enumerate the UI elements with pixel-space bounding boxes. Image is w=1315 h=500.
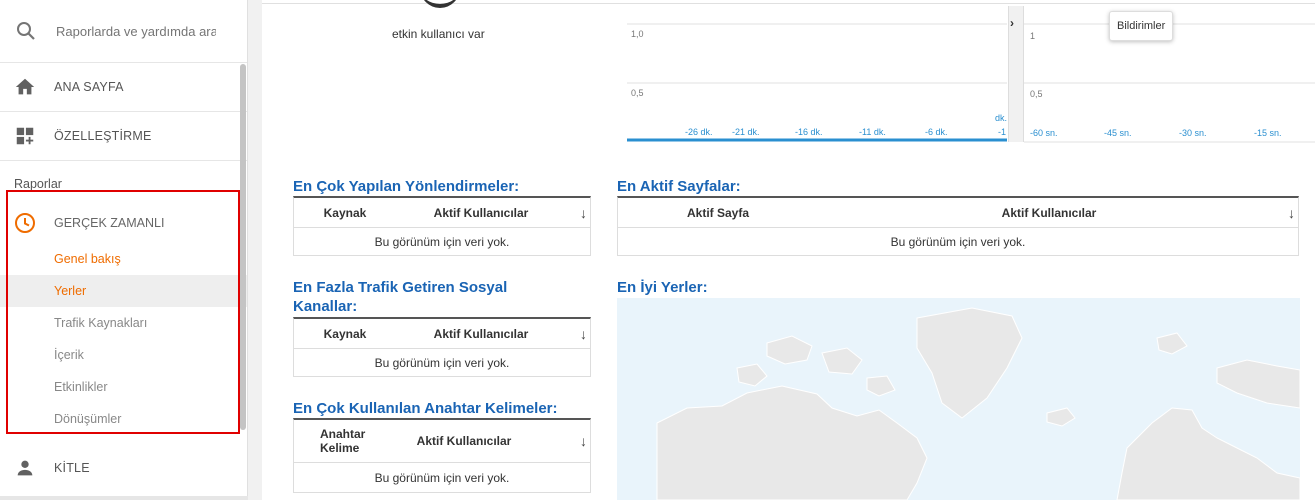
y-tick-label: 0,5 [1030,89,1043,99]
x-tick-label: -1 [998,127,1006,137]
x-tick-label: -11 dk. [859,127,886,137]
world-map-graphic [656,307,1300,500]
sidebar-item-label: GERÇEK ZAMANLI [54,216,165,230]
y-tick-label: 1 [1030,31,1035,41]
realtime-content-link[interactable]: İçerik [0,339,247,371]
x-tick-label: -15 sn. [1254,128,1282,138]
column-header-keyword[interactable]: Anahtar Kelime [320,427,365,455]
empty-message: Bu görünüm için veri yok. [890,234,1026,249]
chevron-right-icon[interactable]: › [1010,16,1014,30]
realtime-locations-link[interactable]: Yerler [0,275,247,307]
x-tick-label: -60 sn. [1030,128,1058,138]
social-title: En Fazla Trafik Getiren Sosyal Kanallar: [293,279,508,315]
sort-down-icon[interactable]: ↓ [580,433,587,449]
notifications-tooltip: Bildirimler [1109,11,1174,41]
x-tick-unit: dk. [995,113,1007,123]
column-header-source[interactable]: Kaynak [294,327,396,341]
x-tick-label: -30 sn. [1179,128,1207,138]
sort-down-icon[interactable]: ↓ [580,326,587,342]
social-table: Kaynak Aktif Kullanıcılar ↓ Bu görünüm i… [293,317,591,377]
sort-down-icon[interactable]: ↓ [1288,205,1295,221]
column-header-active-users[interactable]: Aktif Kullanıcılar [374,434,554,448]
empty-message: Bu görünüm için veri yok. [374,234,510,249]
dashboard-add-icon [13,124,37,148]
realtime-traffic-sources-link[interactable]: Trafik Kaynakları [0,307,247,339]
x-tick-label: -6 dk. [925,127,948,137]
reports-section-label: Raporlar [14,177,62,191]
referrals-title: En Çok Yapılan Yönlendirmeler: [293,178,520,195]
sort-down-icon[interactable]: ↓ [580,205,587,221]
column-header-active-users[interactable]: Aktif Kullanıcılar [396,206,566,220]
realtime-overview-link[interactable]: Genel bakış [0,243,247,275]
active-pages-title: En Aktif Sayfalar: [617,178,741,195]
table-header: Kaynak Aktif Kullanıcılar ↓ [294,319,590,349]
sidebar-item-customize[interactable]: ÖZELLEŞTİRME [0,112,247,161]
world-map[interactable] [617,298,1300,500]
x-tick-label: -21 dk. [732,127,760,137]
keywords-table: Anahtar Kelime Aktif Kullanıcılar ↓ Bu g… [293,418,591,493]
column-header-source[interactable]: Kaynak [294,206,396,220]
realtime-conversions-link[interactable]: Dönüşümler [0,403,247,435]
sidebar-item-label: KİTLE [54,460,90,475]
home-icon [13,75,37,99]
active-users-text: etkin kullanıcı var [392,27,485,41]
y-tick-label: 0,5 [631,88,644,98]
pageviews-per-minute-chart: 1,0 0,5 -26 dk. -21 dk. -16 dk. -11 dk. … [627,23,1007,142]
top-divider [262,0,1315,4]
active-users-gauge [420,0,460,8]
table-header: Kaynak Aktif Kullanıcılar ↓ [294,198,590,228]
top-locations-title: En İyi Yerler: [617,279,708,296]
empty-message: Bu görünüm için veri yok. [374,470,510,485]
sidebar-item-label: ANA SAYFA [54,80,124,94]
sidebar: ANA SAYFA ÖZELLEŞTİRME Raporlar GERÇEK Z… [0,0,248,500]
sidebar-item-home[interactable]: ANA SAYFA [0,63,247,112]
x-tick-label: -16 dk. [795,127,823,137]
sidebar-gutter [248,0,262,500]
realtime-events-link[interactable]: Etkinlikler [0,371,247,403]
y-tick-label: 1,0 [631,29,644,39]
search-icon [17,22,35,40]
search-input[interactable] [56,23,216,39]
active-pages-table: Aktif Sayfa Aktif Kullanıcılar ↓ Bu görü… [617,196,1299,256]
sidebar-item-label: ÖZELLEŞTİRME [54,129,152,143]
keywords-title: En Çok Kullanılan Anahtar Kelimeler: [293,400,558,417]
sidebar-bottom-bar [0,496,248,500]
column-header-active-users[interactable]: Aktif Kullanıcılar [396,327,566,341]
x-tick-label: -26 dk. [685,127,713,137]
clock-icon [15,213,35,233]
x-tick-label: -45 sn. [1104,128,1132,138]
empty-message: Bu görünüm için veri yok. [374,355,510,370]
referrals-table: Kaynak Aktif Kullanıcılar ↓ Bu görünüm i… [293,196,591,256]
sidebar-item-audience[interactable]: KİTLE [0,443,247,492]
column-header-active-page[interactable]: Aktif Sayfa [618,206,818,220]
sidebar-search[interactable] [0,0,247,63]
table-header: Anahtar Kelime Aktif Kullanıcılar ↓ [294,420,590,463]
table-header: Aktif Sayfa Aktif Kullanıcılar ↓ [618,198,1298,228]
sidebar-scrollbar[interactable] [240,64,246,430]
sidebar-item-realtime[interactable]: GERÇEK ZAMANLI [0,203,247,243]
person-icon [13,456,37,480]
column-header-active-users[interactable]: Aktif Kullanıcılar [818,206,1280,220]
